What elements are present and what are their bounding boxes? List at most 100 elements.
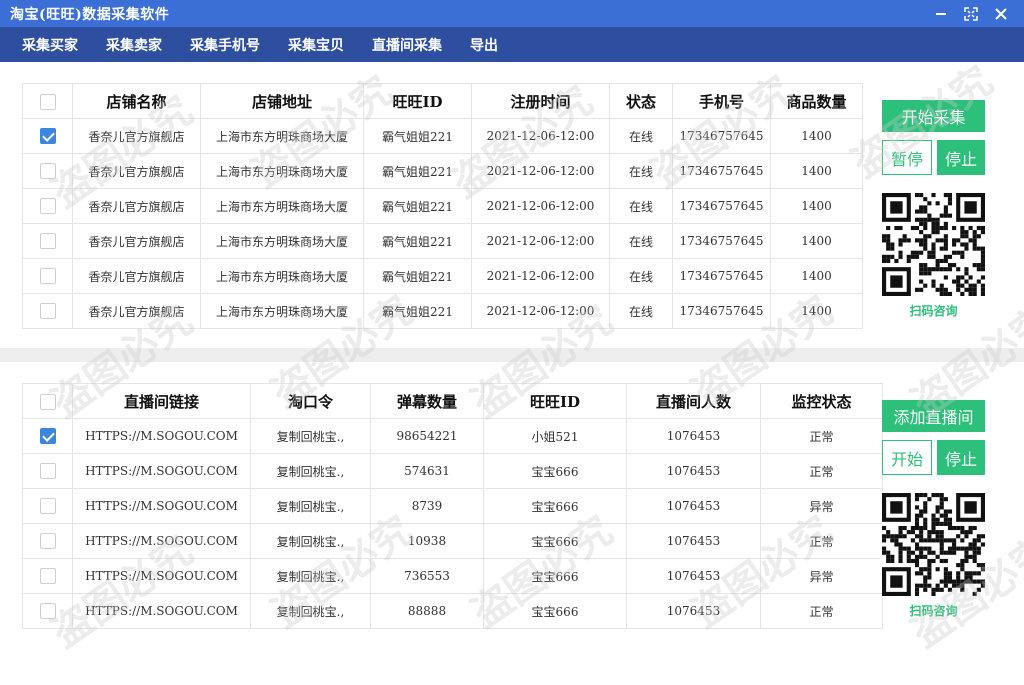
row-select-cell [22, 523, 73, 559]
cell-danmu: 574631 [370, 453, 484, 489]
col-header: 旺旺ID [483, 383, 627, 419]
cell-link: HTTPS://M.SOGOU.COM [72, 558, 251, 594]
col-header: 淘口令 [250, 383, 371, 419]
select-all-checkbox[interactable] [39, 394, 56, 410]
table-row[interactable]: 香奈儿官方旗舰店 上海市东方明珠商场大厦 霸气姐姐221 2021-12-06-12:… [22, 188, 863, 224]
col-header: 状态 [609, 83, 673, 119]
col-header: 注册时间 [471, 83, 610, 119]
menu-collect-buyers[interactable]: 采集买家 [22, 35, 78, 55]
cell-phone: 17346757645 [672, 188, 771, 224]
shop-table: 店铺名称 店铺地址 旺旺ID 注册时间 状态 手机号 商品数量 香奈儿官方旗舰店… [22, 83, 863, 329]
row-select-cell [22, 593, 73, 629]
row-select-cell [22, 488, 73, 524]
menu-collect-sellers[interactable]: 采集卖家 [106, 35, 162, 55]
close-icon[interactable] [992, 5, 1010, 23]
cell-status: 在线 [609, 188, 673, 224]
row-select-cell [22, 258, 73, 294]
cell-status: 在线 [609, 153, 673, 189]
cell-time: 2021-12-06-12:00 [471, 118, 610, 154]
minimize-icon[interactable] [932, 5, 950, 23]
col-header: 弹幕数量 [370, 383, 484, 419]
col-header: 手机号 [672, 83, 771, 119]
cell-code: 复制回桃宝., [250, 558, 371, 594]
row-select-cell [22, 118, 73, 154]
table-row[interactable]: 香奈儿官方旗舰店 上海市东方明珠商场大厦 霸气姐姐221 2021-12-06-12:… [22, 153, 863, 189]
cell-status: 在线 [609, 223, 673, 259]
cell-danmu: 736553 [370, 558, 484, 594]
row-checkbox[interactable] [39, 163, 56, 179]
select-all-checkbox[interactable] [39, 94, 56, 110]
cell-wangwang: 宝宝666 [483, 523, 627, 559]
table-row[interactable]: HTTPS://M.SOGOU.COM 复制回桃宝., 88888 宝宝666 1076… [22, 593, 883, 629]
cell-count: 1400 [770, 258, 863, 294]
menu-collect-items[interactable]: 采集宝贝 [288, 35, 344, 55]
cell-name: 香奈儿官方旗舰店 [72, 153, 201, 189]
cell-viewers: 1076453 [626, 453, 761, 489]
cell-name: 香奈儿官方旗舰店 [72, 188, 201, 224]
col-header: 监控状态 [760, 383, 883, 419]
cell-code: 复制回桃宝., [250, 488, 371, 524]
add-live-room-button[interactable]: 添加直播间 [882, 400, 985, 432]
cell-address: 上海市东方明珠商场大厦 [200, 153, 364, 189]
menu-collect-phones[interactable]: 采集手机号 [190, 35, 260, 55]
cell-count: 1400 [770, 188, 863, 224]
table-row[interactable]: HTTPS://M.SOGOU.COM 复制回桃宝., 8739 宝宝666 10764… [22, 488, 883, 524]
row-checkbox[interactable] [39, 463, 56, 479]
window-title: 淘宝(旺旺)数据采集软件 [10, 6, 170, 23]
menu-live-collect[interactable]: 直播间采集 [372, 35, 442, 55]
table-row[interactable]: 香奈儿官方旗舰店 上海市东方明珠商场大厦 霸气姐姐221 2021-12-06-12:… [22, 258, 863, 294]
row-checkbox[interactable] [39, 428, 56, 444]
row-checkbox[interactable] [39, 568, 56, 584]
cell-viewers: 1076453 [626, 488, 761, 524]
cell-code: 复制回桃宝., [250, 418, 371, 454]
row-checkbox[interactable] [39, 303, 56, 319]
cell-phone: 17346757645 [672, 258, 771, 294]
row-checkbox[interactable] [39, 128, 56, 144]
row-checkbox[interactable] [39, 198, 56, 214]
stop-button[interactable]: 停止 [937, 440, 985, 475]
cell-link: HTTPS://M.SOGOU.COM [72, 453, 251, 489]
cell-status: 在线 [609, 118, 673, 154]
cell-count: 1400 [770, 223, 863, 259]
pause-button[interactable]: 暂停 [882, 140, 932, 175]
cell-time: 2021-12-06-12:00 [471, 153, 610, 189]
cell-wangwang: 霸气姐姐221 [363, 223, 472, 259]
row-checkbox[interactable] [39, 603, 56, 619]
cell-address: 上海市东方明珠商场大厦 [200, 258, 364, 294]
cell-link: HTTPS://M.SOGOU.COM [72, 418, 251, 454]
cell-status: 异常 [760, 488, 883, 524]
cell-wangwang: 霸气姐姐221 [363, 258, 472, 294]
table-row[interactable]: HTTPS://M.SOGOU.COM 复制回桃宝., 98654221 小姐521 1… [22, 418, 883, 454]
row-checkbox[interactable] [39, 233, 56, 249]
col-header: 直播间人数 [626, 383, 761, 419]
table-row[interactable]: HTTPS://M.SOGOU.COM 复制回桃宝., 574631 宝宝666 107… [22, 453, 883, 489]
cell-wangwang: 宝宝666 [483, 593, 627, 629]
table-row[interactable]: 香奈儿官方旗舰店 上海市东方明珠商场大厦 霸气姐姐221 2021-12-06-12:… [22, 223, 863, 259]
cell-wangwang: 宝宝666 [483, 453, 627, 489]
cell-status: 在线 [609, 293, 673, 329]
start-button[interactable]: 开始 [882, 440, 932, 475]
cell-link: HTTPS://M.SOGOU.COM [72, 523, 251, 559]
table-row[interactable]: 香奈儿官方旗舰店 上海市东方明珠商场大厦 霸气姐姐221 2021-12-06-12:… [22, 293, 863, 329]
stop-button[interactable]: 停止 [937, 140, 985, 175]
maximize-icon[interactable] [962, 5, 980, 23]
start-collect-button[interactable]: 开始采集 [882, 100, 985, 132]
panel-divider [0, 348, 1024, 362]
cell-viewers: 1076453 [626, 523, 761, 559]
cell-count: 1400 [770, 118, 863, 154]
select-all-cell [22, 383, 73, 419]
cell-status: 正常 [760, 523, 883, 559]
table-row[interactable]: HTTPS://M.SOGOU.COM 复制回桃宝., 736553 宝宝666 107… [22, 558, 883, 594]
cell-danmu: 88888 [370, 593, 484, 629]
table-row[interactable]: HTTPS://M.SOGOU.COM 复制回桃宝., 10938 宝宝666 1076… [22, 523, 883, 559]
row-checkbox[interactable] [39, 498, 56, 514]
cell-wangwang: 霸气姐姐221 [363, 153, 472, 189]
table-row[interactable]: 香奈儿官方旗舰店 上海市东方明珠商场大厦 霸气姐姐221 2021-12-06-12:… [22, 118, 863, 154]
row-checkbox[interactable] [39, 268, 56, 284]
menu-bar: 采集买家 采集卖家 采集手机号 采集宝贝 直播间采集 导出 [0, 27, 1024, 62]
cell-danmu: 98654221 [370, 418, 484, 454]
row-select-cell [22, 418, 73, 454]
row-checkbox[interactable] [39, 533, 56, 549]
cell-phone: 17346757645 [672, 293, 771, 329]
menu-export[interactable]: 导出 [470, 35, 498, 55]
